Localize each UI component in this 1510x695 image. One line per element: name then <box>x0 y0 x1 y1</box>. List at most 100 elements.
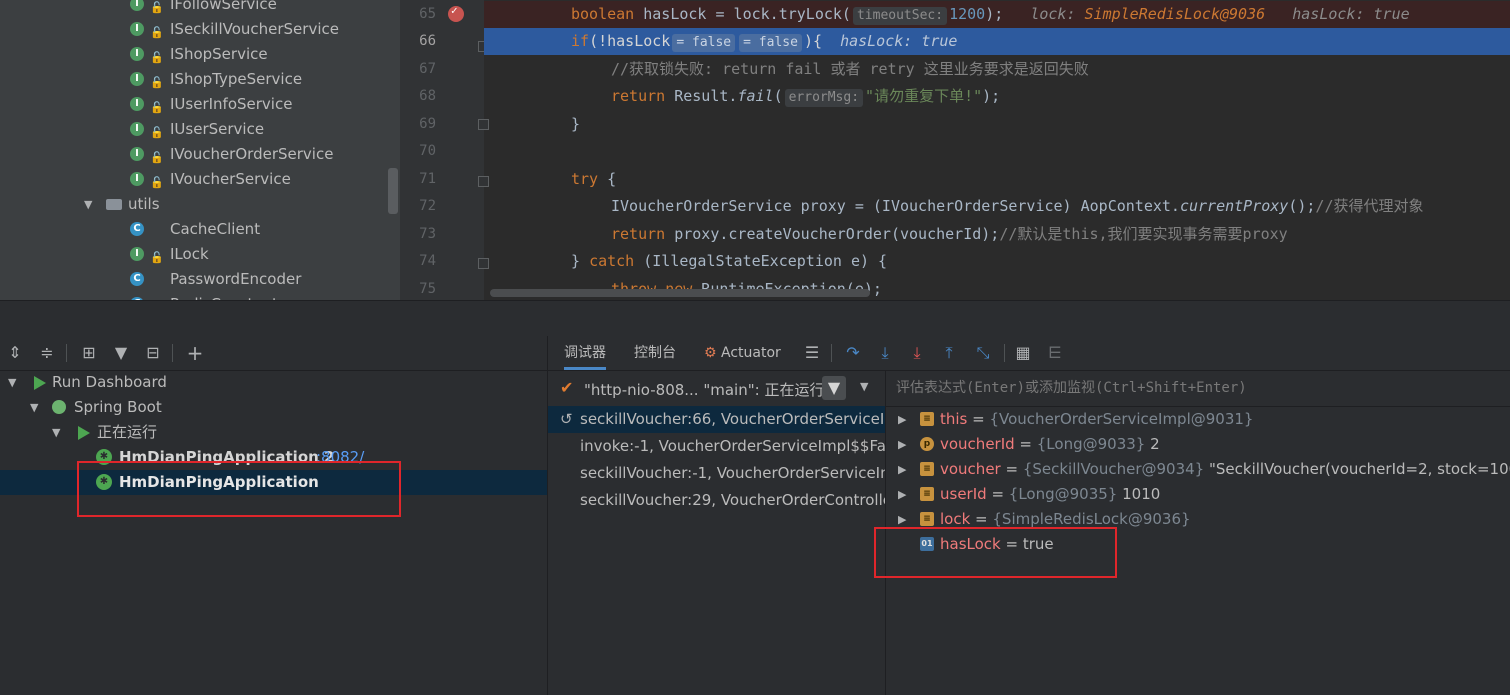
field-icon: ≡ <box>920 412 934 426</box>
lock-icon: 🔓 <box>150 151 164 164</box>
code-text: ); <box>982 87 1001 105</box>
chevron-down-icon[interactable]: ▼ <box>8 370 16 395</box>
chevron-down-icon[interactable]: ▼ <box>52 420 60 445</box>
expand-all-icon[interactable]: ⇕ <box>4 342 26 364</box>
step-over-icon[interactable]: ↷ <box>842 342 864 364</box>
code-text: } <box>571 115 581 133</box>
keyword: boolean <box>571 5 635 23</box>
code-line-72[interactable]: IVoucherOrderService proxy = (IVoucherOr… <box>484 193 1510 220</box>
chevron-right-icon[interactable]: ▶ <box>898 482 906 507</box>
menu-icon[interactable]: ☰ <box>801 342 823 364</box>
code-line-71[interactable]: try { <box>484 166 1510 193</box>
collapse-all-icon[interactable]: ≑ <box>36 342 58 364</box>
code-text: (!hasLock <box>589 32 671 50</box>
toolbar-separator <box>172 344 173 362</box>
chevron-right-icon[interactable]: ▶ <box>898 407 906 432</box>
trace-icon: ⋿ <box>1048 343 1062 362</box>
tree-item-label: ILock <box>170 245 209 263</box>
tab-actuator[interactable]: ⚙ Actuator <box>704 336 781 370</box>
chevron-right-icon[interactable]: ▶ <box>898 457 906 482</box>
force-step-into-icon[interactable]: ⤓ <box>906 342 928 364</box>
services-toolbar: ⇕ ≑ ⊞ ▼ ⊟ + <box>0 336 547 371</box>
folder-icon <box>106 199 122 210</box>
code-line-70[interactable] <box>484 138 1510 165</box>
code-line-65[interactable]: boolean hasLock = lock.tryLock(timeoutSe… <box>484 1 1510 28</box>
thread-selector[interactable]: ✔ "http-nio-808... "main": 正在运行 ▼ ▼ <box>548 371 885 407</box>
code-line-74[interactable]: } catch (IllegalStateException e) { <box>484 248 1510 275</box>
field-icon: ≡ <box>920 487 934 501</box>
string-literal: "请勿重复下单!" <box>865 87 983 105</box>
code-line-69[interactable]: } <box>484 111 1510 138</box>
code-text: ); <box>985 5 1004 23</box>
stack-frame[interactable]: ↺ seckillVoucher:66, VoucherOrderService… <box>548 406 885 433</box>
services-item-running[interactable]: ▼ 正在运行 <box>0 420 547 445</box>
evaluate-icon[interactable]: ▦ <box>1012 342 1034 364</box>
tree-item-label: IUserService <box>170 120 265 138</box>
code-text: hasLock = lock.tryLock( <box>634 5 851 23</box>
step-into-icon[interactable]: ⤓ <box>874 342 896 364</box>
keyword: catch <box>589 252 635 270</box>
code-text: IVoucherOrderService proxy = (IVoucherOr… <box>611 197 1180 215</box>
tree-item-label: CacheClient <box>170 220 261 238</box>
breakpoint-icon[interactable]: ✓ <box>448 4 464 22</box>
variable-row-userid[interactable]: ▶ ≡ userId = {Long@9035} 1010 <box>886 482 1510 507</box>
new-tab-icon[interactable]: ⊟ <box>142 342 164 364</box>
panel-splitter[interactable] <box>0 300 1510 336</box>
chevron-right-icon[interactable]: ▶ <box>898 432 906 457</box>
editor-gutter[interactable]: 65 66 67 68 69 70 71 72 73 74 75 ✓ <box>400 0 489 300</box>
variable-row-voucher[interactable]: ▶ ≡ voucher = {SeckillVoucher@9034} "Sec… <box>886 457 1510 482</box>
stack-frame-label: seckillVoucher:66, VoucherOrderServiceIm… <box>580 410 885 428</box>
evaluate-placeholder: 评估表达式(Enter)或添加监视(Ctrl+Shift+Enter) <box>896 380 1247 396</box>
method-name: currentProxy <box>1179 197 1289 215</box>
tab-console[interactable]: 控制台 <box>634 336 676 370</box>
add-service-icon[interactable]: + <box>184 342 206 364</box>
code-line-73[interactable]: return proxy.createVoucherOrder(voucherI… <box>484 221 1510 248</box>
line-number: 72 <box>419 198 436 214</box>
services-item-spring-boot[interactable]: ▼ Spring Boot <box>0 395 547 420</box>
interface-icon: I <box>130 247 144 261</box>
variable-ref: {SimpleRedisLock@9036} <box>992 510 1191 528</box>
services-item-label: Spring Boot <box>74 398 162 416</box>
inline-debug-value: hasLock: true <box>1292 5 1410 23</box>
variable-name: lock <box>940 510 971 528</box>
stack-frame[interactable]: seckillVoucher:-1, VoucherOrderServiceIm… <box>548 460 885 487</box>
return-arrow-icon: ↺ <box>560 410 573 428</box>
step-out-icon[interactable]: ⤒ <box>938 342 960 364</box>
code-text: (IllegalStateException e) { <box>634 252 888 270</box>
code-text: (); <box>1288 197 1316 215</box>
chevron-down-icon[interactable]: ▼ <box>84 192 92 217</box>
line-number: 67 <box>419 61 436 77</box>
horizontal-scrollbar[interactable] <box>490 289 870 297</box>
evaluate-expression-input[interactable]: 评估表达式(Enter)或添加监视(Ctrl+Shift+Enter) <box>886 371 1510 407</box>
lock-icon: 🔓 <box>150 1 164 14</box>
stack-frame[interactable]: seckillVoucher:29, VoucherOrderControlle… <box>548 487 885 514</box>
code-editor[interactable]: 65 66 67 68 69 70 71 72 73 74 75 ✓ boole… <box>400 0 1510 300</box>
code-text: ){ <box>803 32 822 50</box>
checkmark-icon: ✓ <box>451 4 458 17</box>
stack-frame[interactable]: invoke:-1, VoucherOrderServiceImpl$$Fast… <box>548 433 885 460</box>
variable-row-voucherid[interactable]: ▶ p voucherId = {Long@9033} 2 <box>886 432 1510 457</box>
group-by-icon[interactable]: ⊞ <box>78 342 100 364</box>
line-number: 65 <box>419 6 436 22</box>
code-line-67[interactable]: //获取锁失败: return fail 或者 retry 这里业务要求是返回失… <box>484 56 1510 83</box>
code-line-68[interactable]: return Result.fail(errorMsg: "请勿重复下单!"); <box>484 83 1510 110</box>
class-icon: C <box>130 222 144 236</box>
variable-row-this[interactable]: ▶ ≡ this = {VoucherOrderServiceImpl@9031… <box>886 407 1510 432</box>
run-to-cursor-icon[interactable]: ⤡ <box>972 342 994 364</box>
code-line-66-current[interactable]: if(!hasLock = false = false){ hasLock: tru… <box>484 28 1510 55</box>
scrollbar-thumb[interactable] <box>388 168 398 214</box>
inline-debug-name: lock: <box>1030 5 1076 23</box>
services-item-label: 正在运行 <box>97 423 158 441</box>
tab-debugger[interactable]: 调试器 <box>564 336 606 370</box>
spring-boot-icon <box>52 400 66 414</box>
line-number: 74 <box>419 253 436 269</box>
run-icon <box>34 376 46 390</box>
chevron-down-icon[interactable]: ▼ <box>860 380 868 393</box>
filter-icon[interactable]: ▼ <box>110 342 132 364</box>
line-number: 71 <box>419 171 436 187</box>
filter-icon[interactable]: ▼ <box>822 376 846 400</box>
services-item-run-dashboard[interactable]: ▼ Run Dashboard <box>0 370 547 395</box>
chevron-down-icon[interactable]: ▼ <box>30 395 38 420</box>
tree-item-label: IVoucherOrderService <box>170 145 334 163</box>
parameter-hint: errorMsg: <box>784 89 864 107</box>
